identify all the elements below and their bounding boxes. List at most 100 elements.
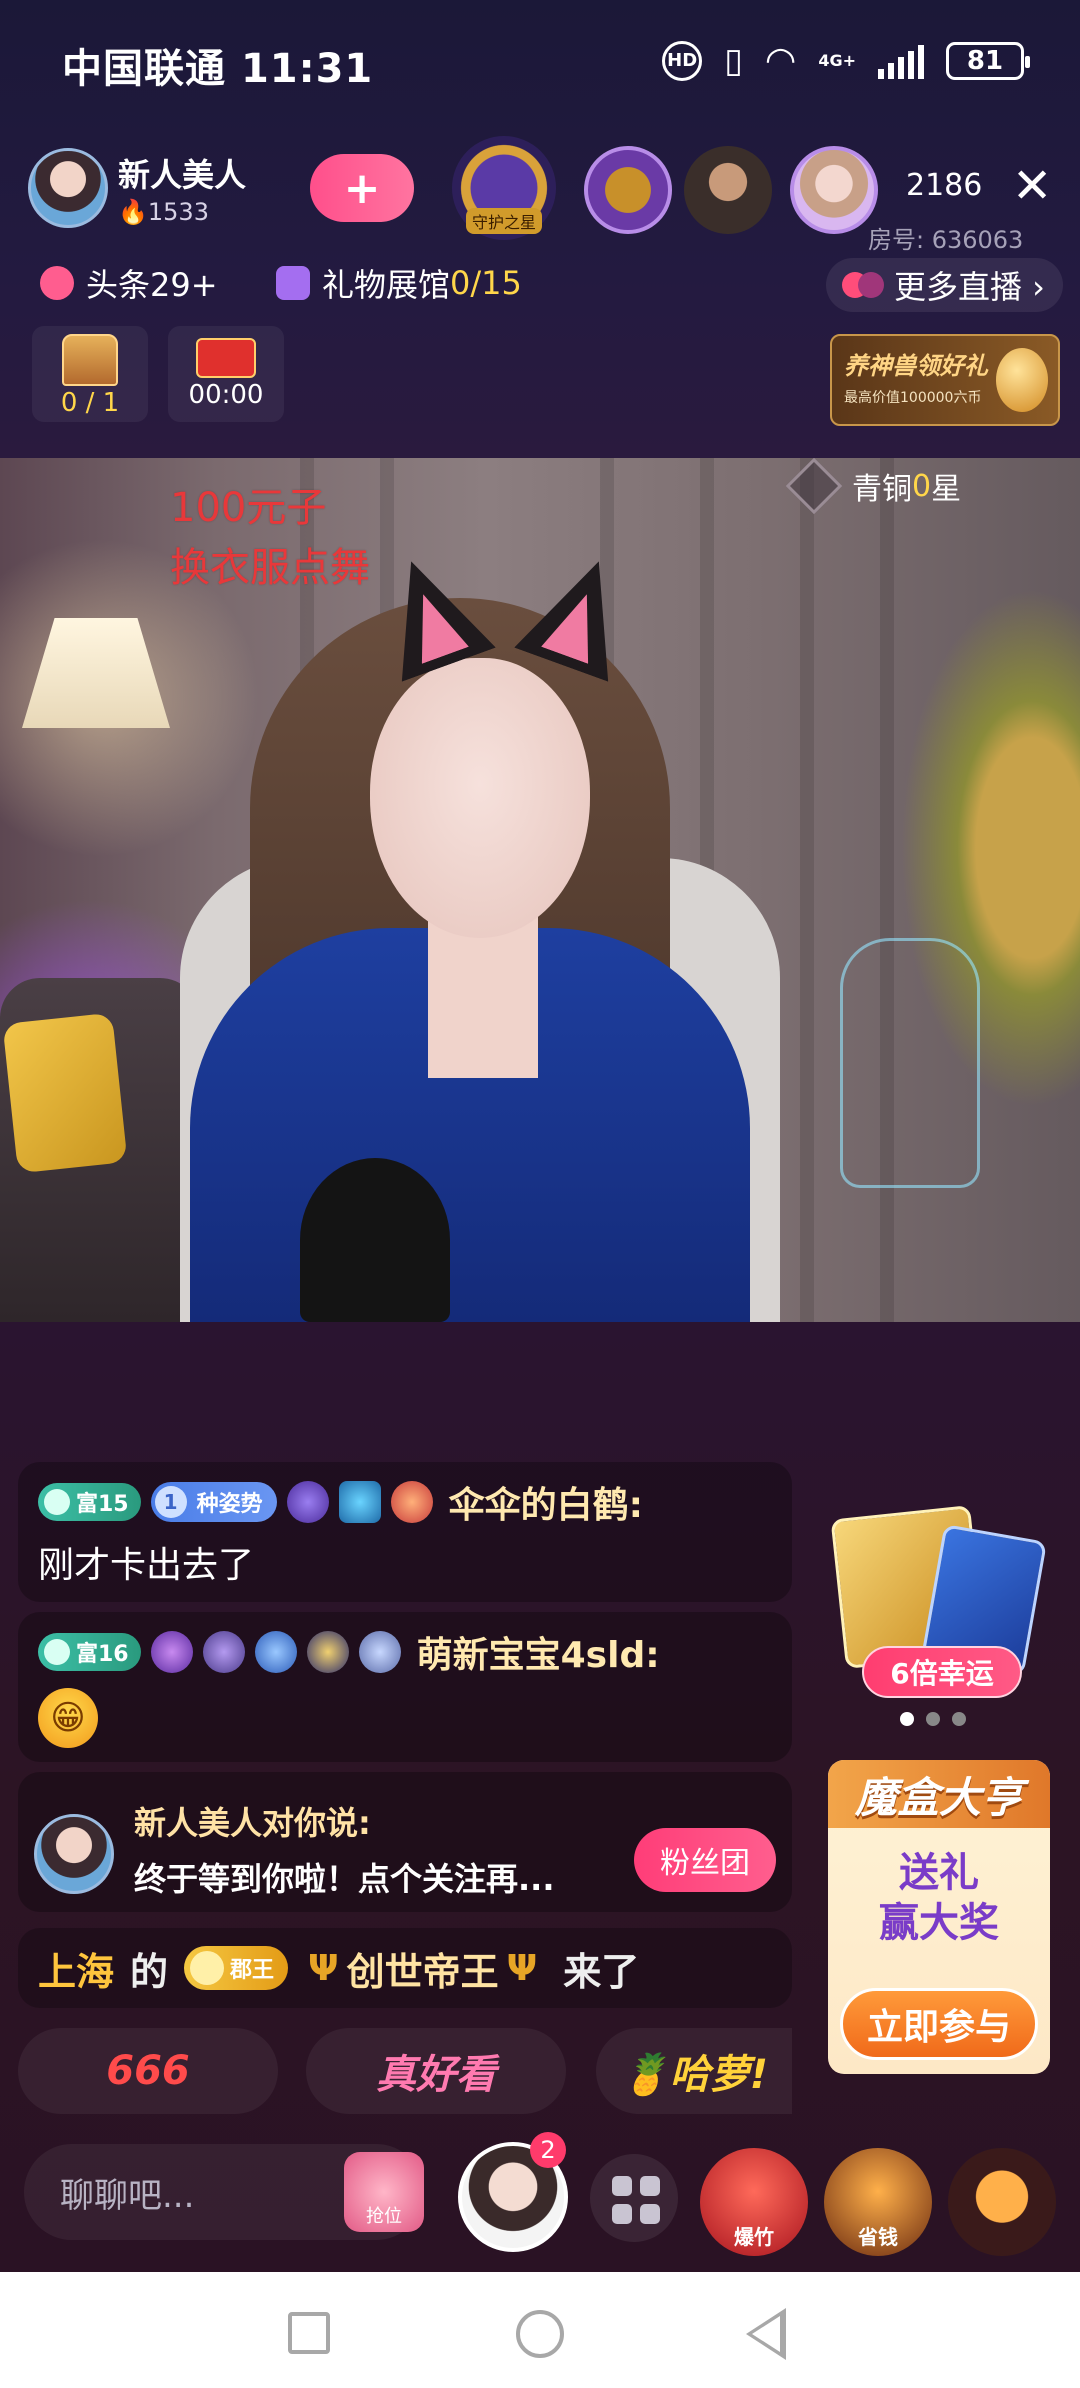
guard-star-badge[interactable]: 守护之星: [452, 136, 556, 240]
trident-icon: Ψ: [308, 1947, 339, 1989]
beast-promo-banner[interactable]: 养神兽领好礼 最高价值100000六币: [830, 334, 1060, 426]
medal-icon: [202, 1631, 245, 1673]
chat-username[interactable]: 萌新宝宝4sld:: [417, 1626, 660, 1678]
host-info[interactable]: 新人美人 🔥1533: [28, 148, 246, 228]
streamer-face: [370, 658, 590, 938]
entrance-came: 来了: [563, 1949, 640, 1994]
signal-icon: [878, 43, 924, 79]
quick-reply-hello[interactable]: 🍍哈萝!: [596, 2028, 792, 2114]
trident-icon: Ψ: [506, 1947, 538, 1989]
rank-badge[interactable]: 青铜 0 星: [785, 458, 962, 515]
carrier-label: 中国联通: [62, 46, 226, 92]
grin-emoji-icon: 😁: [38, 1688, 98, 1748]
recent-apps-icon[interactable]: [288, 2312, 330, 2354]
system-nav-bar: [0, 2272, 1080, 2388]
time-label: 11:31: [240, 46, 374, 92]
red-packet-button[interactable]: 00:00: [168, 326, 284, 422]
lucky-multiplier-label: 6倍幸运: [862, 1646, 1022, 1698]
entrance-username: 创世帝王: [346, 1949, 499, 1994]
viewer-avatar-3[interactable]: [790, 146, 878, 234]
battery-icon: 81: [946, 41, 1030, 80]
network-type-label: 4G+: [818, 50, 856, 70]
greeting-message: 终于等到你啦！点个关注再...: [134, 1860, 555, 1898]
user-entrance-notice: 上海 的 郡王 Ψ 创世帝王 Ψ 来了: [18, 1928, 792, 2008]
video-overlay-text: 100元子 换衣服点舞: [170, 485, 370, 591]
firecracker-label: 爆竹: [734, 2225, 774, 2249]
headline-button[interactable]: 头条29+: [40, 256, 218, 310]
wifi-icon: ◠: [764, 40, 797, 81]
live-dots-icon: [842, 272, 884, 298]
grab-seat-label: 抢位: [366, 2206, 402, 2227]
join-now-button[interactable]: 立即参与: [840, 1988, 1038, 2060]
entrance-de: 的: [130, 1949, 169, 1994]
gift-hall-count: 0/15: [450, 264, 522, 302]
vibrate-icon: ▯: [724, 40, 743, 81]
follow-button[interactable]: +: [310, 154, 414, 222]
viewer-avatar-2[interactable]: [684, 146, 772, 234]
gift-hall-button[interactable]: 礼物展馆 0/15: [276, 256, 522, 310]
chest-count: 0 / 1: [60, 388, 120, 418]
entrance-city: 上海: [38, 1949, 115, 1994]
quick-reply-looks-good[interactable]: 真好看: [306, 2028, 566, 2114]
gift-icon[interactable]: [948, 2148, 1056, 2256]
medal-icon: [150, 1631, 193, 1673]
carousel-dots: [900, 1712, 966, 1726]
red-packet-icon: [196, 338, 256, 378]
live-video[interactable]: 100元子 换衣服点舞 青铜 0 星: [0, 458, 1080, 1322]
magic-box-title: 魔盒大亨: [828, 1760, 1050, 1828]
chat-message[interactable]: 富15 1 种姿势 伞伞的白鹤: 刚才卡出去了: [18, 1462, 792, 1602]
magic-box-body: 送礼 赢大奖: [879, 1850, 999, 1946]
hd-icon: HD: [662, 40, 703, 81]
chat-message[interactable]: 富16 萌新宝宝4sld: 😁: [18, 1612, 792, 1762]
chat-text: 刚才卡出去了: [38, 1545, 255, 1586]
medal-icon: [338, 1481, 381, 1523]
quick-reply-666[interactable]: 666: [18, 2028, 278, 2114]
flame-icon: [40, 266, 74, 300]
grab-seat-button[interactable]: 抢位: [344, 2152, 424, 2232]
neon-sign: [840, 938, 980, 1188]
host-popularity: 🔥1533: [118, 198, 209, 226]
rank-number: 0: [912, 468, 932, 504]
noble-badge: 郡王: [184, 1946, 289, 1990]
medal-icon: [254, 1631, 297, 1673]
host-avatar-small: [34, 1814, 114, 1894]
medal-icon: [390, 1481, 433, 1523]
viewer-count[interactable]: 2186: [906, 168, 982, 203]
more-live-button[interactable]: 更多直播 ›: [826, 258, 1063, 312]
host-name: 新人美人: [118, 156, 247, 194]
guard-label: 守护之星: [465, 208, 542, 234]
home-icon[interactable]: [516, 2310, 564, 2358]
more-apps-icon[interactable]: [590, 2154, 678, 2242]
fan-level-badge: 1 种姿势: [150, 1482, 277, 1522]
greeting-title: 新人美人对你说:: [134, 1804, 371, 1842]
wealth-level-badge: 富15: [38, 1483, 141, 1521]
firecracker-button[interactable]: 爆竹: [700, 2148, 808, 2256]
host-avatar[interactable]: [28, 148, 108, 228]
chest-icon: [62, 334, 118, 386]
plus-icon: +: [343, 162, 381, 214]
save-money-label: 省钱: [858, 2225, 898, 2249]
rank-unit: 星: [931, 472, 962, 507]
chat-username[interactable]: 伞伞的白鹤:: [449, 1476, 643, 1528]
fan-club-button[interactable]: 粉丝团: [634, 1828, 776, 1892]
treasure-chest-button[interactable]: 0 / 1: [32, 326, 148, 422]
rank-diamond-icon: [785, 458, 843, 515]
lucky-card-promo[interactable]: 6倍幸运: [830, 1505, 1048, 1704]
gift-hall-label: 礼物展馆: [322, 266, 451, 304]
status-icons: HD ▯ ◠ 4G+ 81: [662, 40, 1030, 81]
room-id: 房号: 636063: [868, 226, 1024, 254]
red-packet-timer: 00:00: [188, 380, 264, 410]
close-icon[interactable]: ✕: [1012, 162, 1052, 210]
save-money-button[interactable]: 省钱: [824, 2148, 932, 2256]
battery-level: 81: [966, 45, 1004, 76]
medal-icon: [286, 1481, 329, 1523]
wealth-level-badge: 富16: [38, 1633, 141, 1671]
back-icon[interactable]: [746, 2308, 786, 2360]
gift-box-icon: [276, 266, 310, 300]
viewer-avatar-1[interactable]: [584, 146, 672, 234]
medal-icon: [306, 1631, 349, 1673]
golden-egg-icon: [996, 348, 1048, 412]
host-greeting-card[interactable]: 新人美人对你说: 终于等到你啦！点个关注再... 粉丝团: [18, 1772, 792, 1912]
magic-box-promo[interactable]: 魔盒大亨 送礼 赢大奖 立即参与: [828, 1760, 1050, 2074]
microphone: [300, 1158, 450, 1322]
